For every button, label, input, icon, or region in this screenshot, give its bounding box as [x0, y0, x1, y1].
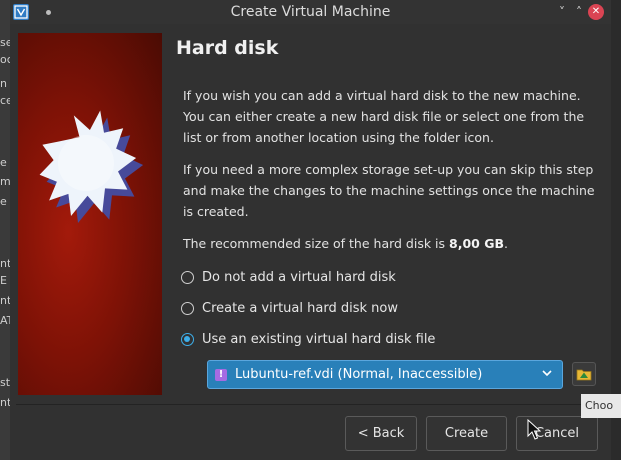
background-text: oc	[0, 54, 10, 66]
background-text: n	[0, 78, 7, 90]
intro-text: If you wish you can add a virtual hard d…	[183, 88, 585, 145]
background-text: nt	[0, 295, 10, 307]
background-text: st	[0, 377, 10, 389]
back-button[interactable]: < Back	[345, 416, 417, 451]
background-text: se	[0, 37, 10, 49]
recommended-size-prefix: The recommended size of the hard disk is	[183, 236, 450, 251]
existing-disk-select[interactable]: ! Lubuntu-ref.vdi (Normal, Inaccessible)	[207, 360, 563, 389]
background-text: nt	[0, 258, 10, 270]
chevron-down-icon	[540, 365, 556, 384]
maximize-button[interactable]: ˄	[571, 4, 587, 20]
background-text: AT	[0, 315, 10, 327]
background-app: se oc n ce e m e nt E nt AT st nt	[0, 0, 10, 460]
option-label: Create a virtual hard disk now	[202, 300, 398, 316]
mouse-cursor-icon	[527, 419, 541, 440]
background-text: e	[0, 157, 7, 169]
radio-button[interactable]	[181, 270, 194, 284]
option-create-disk[interactable]: Create a virtual hard disk now	[181, 298, 398, 318]
background-text: e	[0, 196, 7, 208]
option-label: Use an existing virtual hard disk file	[202, 331, 436, 347]
background-text: nt	[0, 397, 10, 409]
page-title: Hard disk	[176, 37, 279, 59]
warning-icon: !	[215, 368, 227, 381]
advanced-storage-text: If you need a more complex storage set-u…	[183, 162, 595, 219]
choose-disk-file-button[interactable]	[572, 362, 596, 386]
recommended-size-text: The recommended size of the hard disk is…	[183, 233, 603, 254]
folder-icon	[576, 369, 592, 381]
minimize-button[interactable]: ˅	[554, 4, 570, 20]
background-text: ce	[0, 95, 10, 107]
option-existing-disk[interactable]: Use an existing virtual hard disk file	[181, 329, 435, 349]
window-title: Create Virtual Machine	[230, 4, 391, 20]
background-text: E	[0, 275, 7, 287]
radio-button[interactable]	[181, 301, 194, 315]
tooltip: Choo	[581, 394, 621, 418]
pin-dot-icon[interactable]	[46, 10, 51, 15]
background-text: m	[0, 176, 10, 188]
option-no-disk[interactable]: Do not add a virtual hard disk	[181, 267, 396, 287]
create-button[interactable]: Create	[426, 416, 507, 451]
virtualbox-app-icon[interactable]	[13, 4, 29, 20]
button-divider	[16, 404, 606, 405]
recommended-size-value: 8,00 GB	[449, 236, 504, 251]
create-vm-dialog: Create Virtual Machine ˅ ˄ ✕ Hard disk I…	[10, 0, 611, 460]
wizard-side-image	[18, 33, 162, 395]
recommended-size-suffix: .	[504, 236, 508, 251]
title-bar[interactable]: Create Virtual Machine ˅ ˄ ✕	[10, 0, 611, 24]
existing-disk-value: Lubuntu-ref.vdi (Normal, Inaccessible)	[235, 367, 483, 382]
option-label: Do not add a virtual hard disk	[202, 269, 396, 285]
radio-button-selected[interactable]	[181, 332, 194, 346]
close-button[interactable]: ✕	[588, 4, 604, 20]
